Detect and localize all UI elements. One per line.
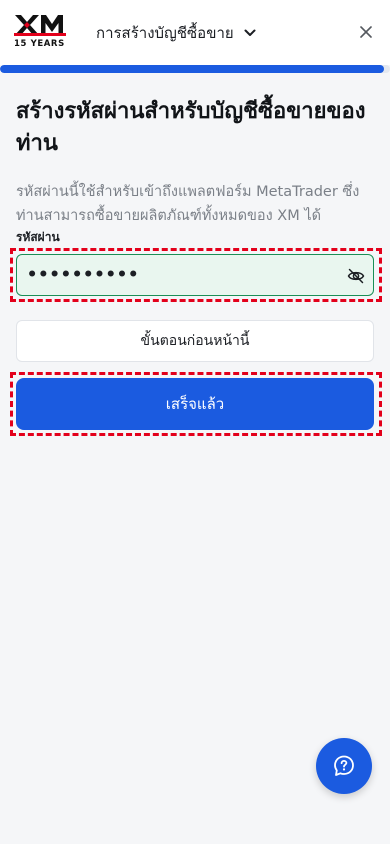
xm-logo[interactable]: 15 YEARS — [14, 14, 66, 50]
password-field[interactable] — [16, 254, 374, 296]
done-button[interactable]: เสร็จแล้ว — [16, 378, 374, 430]
chevron-down-icon — [244, 29, 256, 36]
previous-step-button[interactable]: ขั้นตอนก่อนหน้านี้ — [16, 320, 374, 362]
progress-bar — [0, 65, 390, 73]
close-icon — [360, 26, 372, 38]
page-title: สร้างรหัสผ่านสำหรับบัญชีซื้อขายของท่าน — [16, 99, 366, 156]
app-header: 15 YEARS การสร้างบัญชีซื้อขาย — [0, 0, 390, 65]
header-title: การสร้างบัญชีซื้อขาย — [96, 24, 234, 42]
logo-years-text: 15 YEARS — [14, 39, 65, 49]
password-label: รหัสผ่าน — [16, 230, 60, 244]
eye-off-icon — [347, 268, 365, 284]
help-chat-icon — [334, 755, 354, 776]
close-button[interactable] — [352, 20, 380, 44]
progress-bar-fill — [0, 65, 385, 73]
description-text: รหัสผ่านนี้ใช้สำหรับเข้าถึงแพลตฟอร์ม Met… — [16, 184, 360, 224]
password-input[interactable] — [27, 259, 337, 291]
toggle-password-visibility-button[interactable] — [347, 265, 369, 287]
account-creation-dropdown[interactable]: การสร้างบัญชีซื้อขาย — [96, 22, 256, 44]
help-chat-button[interactable] — [316, 738, 372, 794]
xm-logo-mark — [14, 14, 66, 36]
